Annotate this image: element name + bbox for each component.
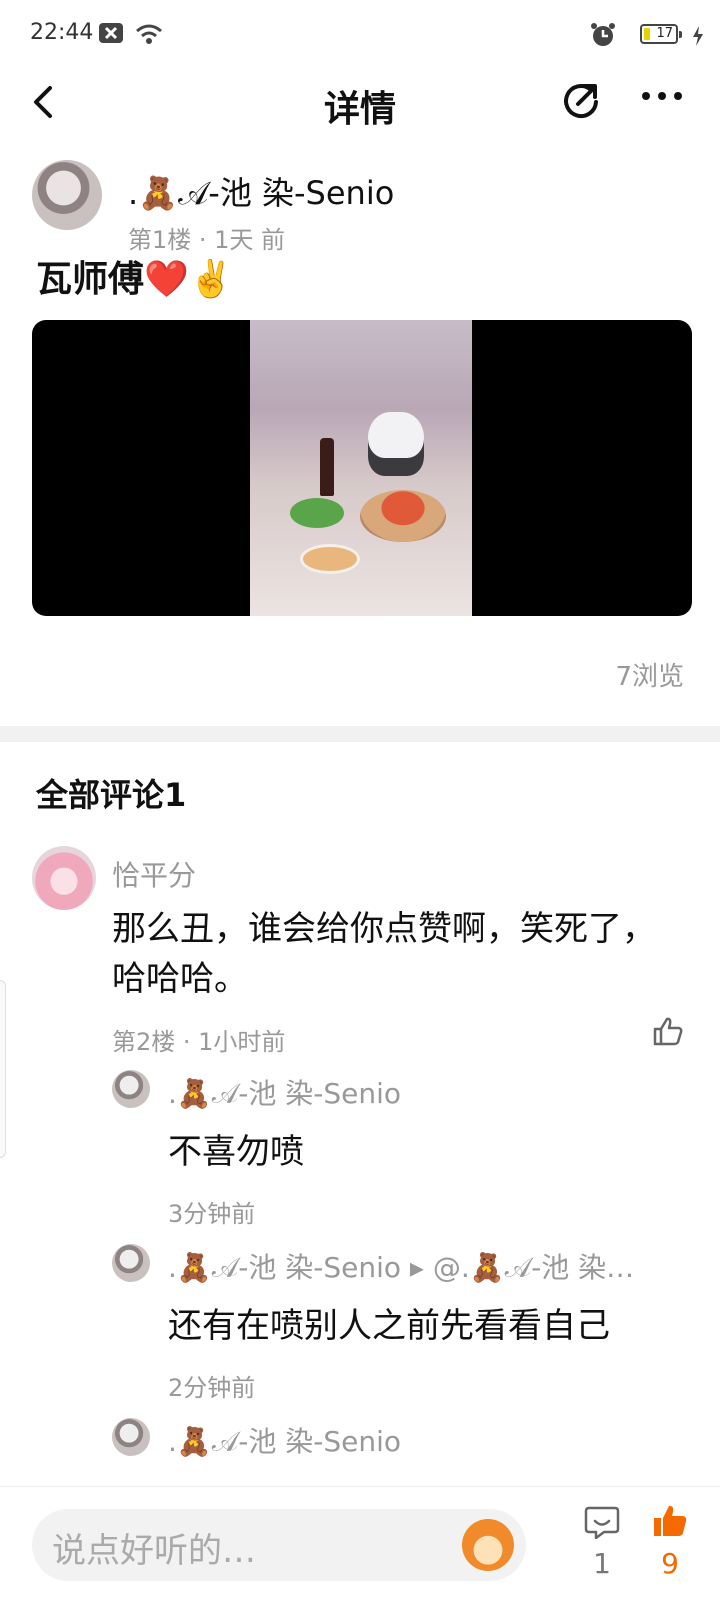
reply-text[interactable]: 还有在喷别人之前先看看自己: [168, 1298, 610, 1347]
comment-button[interactable]: 1: [582, 1505, 622, 1580]
emoji-sticker-icon[interactable]: [462, 1519, 514, 1571]
author-avatar[interactable]: [32, 160, 102, 230]
status-bar: 22:44 17: [0, 0, 720, 70]
comment-text[interactable]: 那么丑，谁会给你点赞啊，笑死了，哈哈哈。: [112, 904, 672, 1004]
view-count: 7浏览: [615, 662, 684, 692]
reply-time: 3分钟前: [168, 1200, 256, 1228]
battery-level: 17: [656, 26, 673, 41]
bottom-bar: 说点好听的… 1 9: [0, 1486, 720, 1600]
comments-title: 全部评论1: [36, 776, 187, 814]
reply-text[interactable]: 不喜勿喷: [168, 1124, 304, 1173]
video-player[interactable]: [32, 320, 692, 616]
comment-count: 1: [593, 1547, 611, 1580]
reply-name[interactable]: .🧸𝒜-池 染-Senio: [168, 1072, 401, 1112]
comment-bubble-icon: [584, 1506, 620, 1540]
battery-indicator: 17: [640, 24, 682, 44]
commenter-name[interactable]: 恰平分: [112, 854, 196, 894]
thumbs-up-filled-icon: [654, 1505, 687, 1536]
alarm-icon: [590, 22, 616, 52]
reply-avatar[interactable]: [112, 1070, 150, 1108]
comment-meta: 第2楼 · 1小时前: [112, 1028, 286, 1056]
more-options-icon[interactable]: [640, 88, 684, 107]
wifi-icon: [134, 22, 164, 50]
top-navigation: 详情: [0, 70, 720, 134]
section-divider: [0, 726, 720, 742]
notification-icon: [98, 22, 124, 48]
reply-name[interactable]: .🧸𝒜-池 染-Senio ▸ @.🧸𝒜-池 染…: [168, 1246, 634, 1286]
reply-name[interactable]: .🧸𝒜-池 染-Senio: [168, 1420, 401, 1460]
thumbs-up-icon[interactable]: [652, 1016, 684, 1050]
page-title: 详情: [323, 89, 396, 130]
share-icon[interactable]: [560, 80, 602, 126]
like-button[interactable]: 9: [648, 1503, 692, 1580]
scroll-indicator: [0, 980, 6, 1158]
comment-input[interactable]: 说点好听的…: [32, 1509, 526, 1581]
author-name[interactable]: .🧸𝒜-池 染-Senio: [128, 168, 394, 214]
reply-avatar[interactable]: [112, 1418, 150, 1456]
status-time: 22:44: [30, 20, 94, 45]
like-count: 9: [661, 1547, 679, 1580]
commenter-avatar[interactable]: [32, 846, 96, 910]
post-author: .🧸𝒜-池 染-Senio 第1楼 · 1天 前: [32, 160, 692, 254]
comment-input-placeholder: 说点好听的…: [52, 1531, 256, 1571]
post-text: 瓦师傅❤️✌️: [36, 259, 234, 300]
reply-avatar[interactable]: [112, 1244, 150, 1282]
charging-icon: [692, 26, 704, 50]
reply-time: 2分钟前: [168, 1374, 256, 1402]
video-thumbnail: [250, 320, 472, 616]
